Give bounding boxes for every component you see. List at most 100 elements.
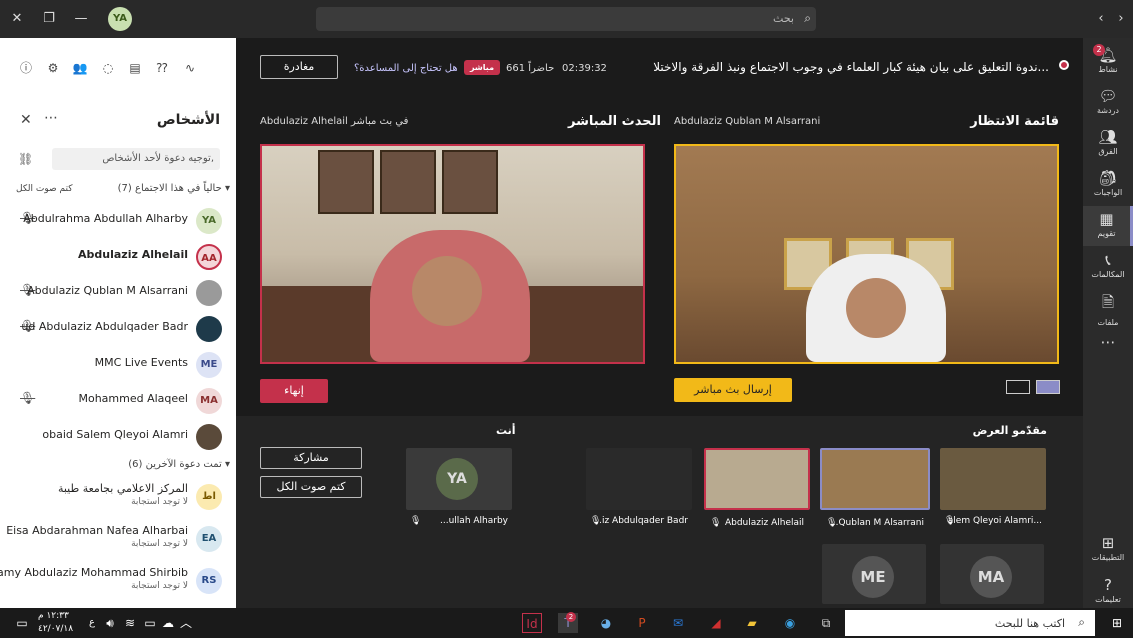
leave-button[interactable]: مغادرة <box>260 55 338 79</box>
muted-mic-icon[interactable]: 🎙︎ <box>20 391 35 405</box>
participant-row[interactable]: 🎙︎ Abdulrahma Abdullah Alharby YA <box>0 202 236 238</box>
rail-item-apps[interactable]: ⊞ التطبيقات <box>1083 530 1133 570</box>
rail-label: نشاط <box>1098 65 1118 74</box>
app-icon[interactable]: ◢ <box>706 613 726 633</box>
portrait-frame <box>442 150 498 214</box>
rail-item-more[interactable]: ⋯ <box>1083 329 1133 369</box>
volume-icon[interactable]: 🔊︎ <box>100 613 120 633</box>
rail-label: تقويم <box>1097 229 1116 238</box>
others-header[interactable]: تمت دعوة الآخرين (6) ▾ <box>128 459 230 470</box>
notes-icon[interactable]: ▤ <box>127 60 143 76</box>
powerpoint-icon[interactable]: P <box>632 613 652 633</box>
settings-icon[interactable]: ⚙ <box>45 60 61 76</box>
end-button[interactable]: إنهاء <box>260 379 328 403</box>
share-button[interactable]: مشاركة <box>260 447 362 469</box>
chevron-up-icon[interactable]: ︿ <box>176 613 196 633</box>
activity-icon[interactable]: ∿ <box>182 60 198 76</box>
layout-single-icon[interactable] <box>1006 380 1030 394</box>
forward-arrow-icon[interactable]: › <box>1112 10 1130 28</box>
wifi-icon[interactable]: ≋ <box>120 613 140 633</box>
invite-input[interactable]: توجيه دعوة لأحد الأشخاص, <box>52 148 220 170</box>
participant-row[interactable]: 🎙︎ Mohammed Alaqeel MA <box>0 382 236 418</box>
tile-label: ...Qublan M Alsarrani <box>829 518 924 528</box>
participant-row[interactable]: 🎙︎ Abdulaziz Qublan M Alsarrani <box>0 274 236 310</box>
in-meeting-header[interactable]: حالياً في هذا الاجتماع (7) ▾ <box>118 183 230 194</box>
participant-row[interactable]: 🎙︎ ud Abdulaziz Abdulqader Badr <box>0 310 236 346</box>
language-indicator[interactable]: ع <box>82 613 102 633</box>
people-icon[interactable]: 👥 <box>72 60 88 76</box>
attendee-tile[interactable]: MA <box>940 544 1044 604</box>
participant-row[interactable]: obaid Salem Qleyoi Alamri <box>0 418 236 454</box>
qna-icon[interactable]: ⁇ <box>154 60 170 76</box>
close-window-icon[interactable]: ✕ <box>8 10 26 28</box>
task-view-icon[interactable]: ⧉ <box>816 613 836 633</box>
windows-start-icon[interactable]: ⊞ <box>1107 613 1127 633</box>
mic-icon: 🎙︎ <box>710 518 722 528</box>
invited-row[interactable]: المركز الاعلامي بجامعة طيبة لا توجد استجا… <box>0 478 236 514</box>
mic-icon: 🎙︎ <box>944 516 956 526</box>
teams-badge: 2 <box>566 612 576 622</box>
attendee-tile[interactable]: ME <box>822 544 926 604</box>
participant-row[interactable]: Abdulaziz Alhelail AA <box>0 238 236 274</box>
rail-item-files[interactable]: 🗎 ملفات <box>1083 288 1133 328</box>
teams-icon: 👥︎ <box>1098 128 1118 146</box>
notification-icon[interactable]: ▭ <box>12 613 32 633</box>
clock-date[interactable]: ٤٢/٠٧/١٨ <box>38 624 73 634</box>
invited-row[interactable]: Ramy Abdulaziz Mohammad Shirbib لا توجد ا… <box>0 562 236 598</box>
indesign-icon[interactable]: Id <box>522 613 542 633</box>
link-icon[interactable]: ⛓ <box>18 152 33 166</box>
invite-placeholder: توجيه دعوة لأحد الأشخاص, <box>102 153 214 164</box>
battery-icon[interactable]: ▭ <box>140 613 160 633</box>
close-panel-icon[interactable]: ✕ <box>20 112 32 128</box>
layout-split-icon[interactable] <box>1036 380 1060 394</box>
send-live-button[interactable]: إرسال بث مباشر <box>674 378 792 402</box>
mic-icon: 🎙︎ <box>410 516 422 526</box>
outlook-icon[interactable]: ✉ <box>668 613 688 633</box>
queue-video[interactable] <box>674 144 1059 364</box>
calls-icon: 📞︎ <box>1105 251 1111 269</box>
mute-all-button[interactable]: كتم صوت الكل <box>260 476 362 498</box>
chat-bubble-icon[interactable]: ◌ <box>100 60 116 76</box>
title-bar: ✕ ❐ — YA بحث ⌕ ‹ › <box>0 0 1133 38</box>
meeting-timer: 02:39:32 <box>562 63 607 74</box>
restore-window-icon[interactable]: ❐ <box>40 10 58 28</box>
rail-item-chat[interactable]: 💬︎ دردشة <box>1083 83 1133 123</box>
windows-taskbar: اكتب هنا للبحث ⌕ ⊞ ⧉ ◉ ▰ ◢ ✉ P ◕ T 2 Id … <box>0 608 1133 638</box>
taskbar-search[interactable]: اكتب هنا للبحث ⌕ <box>845 610 1095 636</box>
help-link[interactable]: هل تحتاج إلى المساعدة؟ <box>354 63 458 74</box>
invited-row[interactable]: Eisa Abdarahman Nafea Alharbai لا توجد اس… <box>0 520 236 556</box>
presenter-face <box>412 256 482 326</box>
presenter-tile[interactable]: YA ...ullah Alharby 🎙︎ <box>406 448 512 526</box>
rail-item-teams[interactable]: 👥︎ الفرق <box>1083 124 1133 164</box>
minimize-window-icon[interactable]: — <box>72 10 90 28</box>
mute-all-link[interactable]: كتم صوت الكل <box>16 184 73 194</box>
rail-item-calendar[interactable]: ▦ تقويم <box>1083 206 1133 246</box>
recording-dot-icon <box>1059 60 1069 70</box>
presenter-tile[interactable]: alem Qleyoi Alamri... 🎙︎ <box>940 448 1046 526</box>
paint-icon[interactable]: ◕ <box>596 613 616 633</box>
rail-item-help[interactable]: ? تعليمات <box>1083 572 1133 612</box>
onedrive-icon[interactable]: ☁ <box>158 613 178 633</box>
search-input[interactable]: بحث ⌕ <box>316 7 816 31</box>
participant-row[interactable]: MMC Live Events ME <box>0 346 236 382</box>
back-arrow-icon[interactable]: ‹ <box>1092 10 1110 28</box>
user-avatar[interactable]: YA <box>108 7 132 31</box>
info-icon[interactable]: ⓘ <box>18 60 34 76</box>
presenter-tile[interactable]: ...Qublan M Alsarrani 🎙︎ <box>820 448 930 528</box>
edge-icon[interactable]: ◉ <box>780 613 800 633</box>
rail-item-calls[interactable]: 📞︎ المكالمات <box>1083 247 1133 287</box>
live-badge: مباشر <box>464 60 500 75</box>
file-explorer-icon[interactable]: ▰ <box>742 613 762 633</box>
invite-status: لا توجد استجابة <box>131 497 188 507</box>
avatar: RS <box>196 568 222 594</box>
clock-time[interactable]: ١٢:٣٣ م <box>38 611 69 621</box>
tile-label: alem Qleyoi Alamri... <box>947 516 1042 526</box>
presenter-tile[interactable]: Abdulaziz Alhelail 🎙︎ <box>704 448 810 528</box>
rail-item-bell[interactable]: 🔔︎ نشاط 2 <box>1083 42 1133 82</box>
live-video[interactable] <box>260 144 645 364</box>
more-options-icon[interactable]: ⋯ <box>44 110 58 126</box>
rail-item-assignments[interactable]: 🎒︎ الواجبات <box>1083 165 1133 205</box>
panel-title: الأشخاص <box>156 112 220 128</box>
avatar: ME <box>852 556 894 598</box>
presenter-tile[interactable]: ...iz Abdulqader Badr 🎙︎ <box>586 448 692 526</box>
